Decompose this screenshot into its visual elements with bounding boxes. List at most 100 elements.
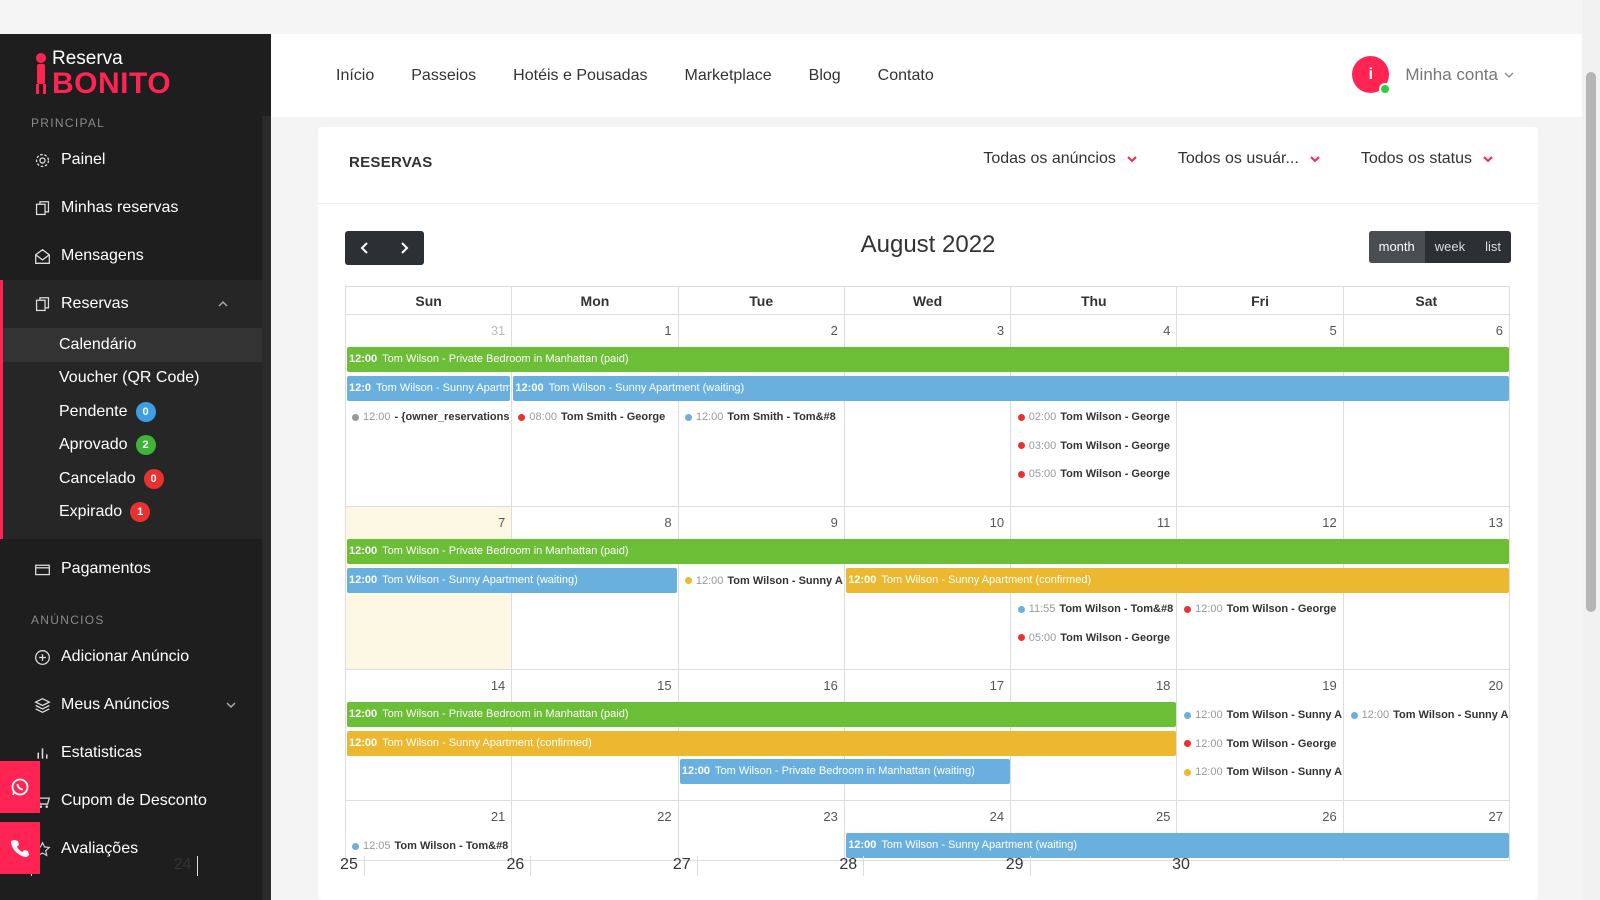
day-number[interactable]: 3 [997, 323, 1004, 338]
sidebar-item-painel[interactable]: Painel [0, 136, 271, 184]
day-number[interactable]: 28 [696, 856, 863, 876]
phone-button[interactable] [0, 822, 40, 874]
day-number[interactable]: 16 [823, 678, 837, 693]
event-bar[interactable]: 12:00 Tom Wilson - Sunny Apartment (waiti… [513, 375, 1509, 401]
event-item[interactable]: 12:00 Tom Wilson - George [1178, 598, 1342, 620]
event-bar[interactable]: 12:0 Tom Wilson - Sunny Apartment (waitin… [347, 375, 511, 401]
brand-logo[interactable]: Reserva BONITO [0, 34, 271, 116]
event-bar[interactable]: 12:00 Tom Wilson - Private Bedroom in Man… [347, 539, 1509, 564]
view-month-button[interactable]: month [1368, 231, 1425, 263]
event-bar[interactable]: 12:00 Tom Wilson - Sunny Apartment (confi… [846, 567, 1509, 593]
event-item[interactable]: 12:00 Tom Wilson - George [1178, 733, 1342, 755]
event-item[interactable]: 12:00 Tom Smith - Tom&#8 [679, 406, 843, 428]
day-cell[interactable]: 20 [1342, 670, 1509, 800]
day-number[interactable]: 17 [990, 678, 1004, 693]
submenu-item-2[interactable]: Pendente 0 [3, 395, 263, 429]
submenu-item-5[interactable]: Expirado 1 [3, 496, 263, 530]
day-number[interactable]: 7 [498, 515, 505, 530]
nav-passeios[interactable]: Passeios [411, 67, 476, 85]
day-number[interactable]: 1 [664, 323, 671, 338]
day-number[interactable]: 12 [1322, 515, 1336, 530]
filter-usuarios[interactable]: Todos os usuár... [1178, 150, 1321, 168]
day-number[interactable]: 18 [1156, 678, 1170, 693]
event-item[interactable]: 12:05 Tom Wilson - Tom&#8 [346, 835, 510, 857]
page-scrollbar[interactable] [1582, 0, 1600, 900]
sidebar-item-adicionar-anuncio[interactable]: Adicionar Anúncio [0, 633, 271, 681]
day-cell[interactable]: 5 [1176, 315, 1342, 506]
day-number[interactable]: 23 [823, 809, 837, 824]
whatsapp-button[interactable] [0, 761, 40, 813]
day-number[interactable]: 13 [1489, 515, 1503, 530]
sidebar-item-cupom[interactable]: Cupom de Desconto [0, 777, 271, 825]
day-number[interactable]: 15 [657, 678, 671, 693]
day-number[interactable]: 26 [363, 856, 530, 876]
nav-inicio[interactable]: Início [336, 67, 374, 85]
event-item[interactable]: 03:00 Tom Wilson - George [1012, 435, 1176, 457]
event-bar[interactable]: 12:00 Tom Wilson - Sunny Apartment (waiti… [846, 833, 1509, 858]
day-number[interactable]: 27 [1489, 809, 1503, 824]
event-item[interactable]: 12:00- {owner_reservations} [346, 406, 510, 428]
sidebar-item-estatisticas[interactable]: Estatisticas [0, 729, 271, 777]
day-number[interactable]: 4 [1163, 323, 1170, 338]
event-bar[interactable]: 12:00 Tom Wilson - Private Bedroom in Man… [347, 347, 1509, 372]
day-number[interactable]: 19 [1322, 678, 1336, 693]
nav-hoteis[interactable]: Hotéis e Pousadas [513, 67, 647, 85]
day-number[interactable]: 24 [31, 856, 197, 876]
event-item[interactable]: 02:00 Tom Wilson - George [1012, 406, 1176, 428]
day-number[interactable]: 25 [1156, 809, 1170, 824]
day-cell[interactable]: 22 [511, 801, 677, 860]
day-number[interactable]: 21 [491, 809, 505, 824]
event-item[interactable]: 12:00 Tom Wilson - Sunny A [1178, 761, 1342, 783]
day-number[interactable]: 26 [1322, 809, 1336, 824]
day-cell[interactable]: 6 [1342, 315, 1509, 506]
day-number[interactable]: 11 [1157, 515, 1171, 530]
event-bar[interactable]: 12:00 Tom Wilson - Sunny Apartment (confi… [347, 730, 1177, 756]
day-number[interactable]: 30 [1029, 856, 1196, 876]
event-item[interactable]: 12:00 Tom Wilson - Sunny A [1345, 704, 1509, 726]
event-item[interactable]: 11:55 Tom Wilson - Tom&#8 [1012, 598, 1176, 620]
view-list-button[interactable]: list [1475, 231, 1511, 263]
filter-status[interactable]: Todos os status [1361, 150, 1494, 168]
day-number[interactable]: 20 [1489, 678, 1503, 693]
nav-contato[interactable]: Contato [878, 67, 934, 85]
event-item[interactable]: 05:00 Tom Wilson - George [1012, 627, 1176, 649]
day-number[interactable]: 6 [1496, 323, 1503, 338]
avatar[interactable]: i [1352, 56, 1392, 95]
nav-marketplace[interactable]: Marketplace [684, 67, 771, 85]
day-number[interactable]: 9 [831, 515, 838, 530]
day-number[interactable]: 25 [197, 856, 363, 876]
sidebar-item-reservas[interactable]: Reservas [3, 280, 263, 328]
submenu-item-1[interactable]: Voucher (QR Code) [3, 362, 263, 396]
view-week-button[interactable]: week [1425, 231, 1475, 263]
submenu-item-4[interactable]: Cancelado 0 [3, 462, 263, 496]
event-item[interactable]: 12:00 Tom Wilson - Sunny A [679, 570, 843, 592]
sidebar-item-meus-anuncios[interactable]: Meus Anúncios [0, 681, 271, 729]
day-number[interactable]: 29 [863, 856, 1029, 876]
event-item[interactable]: 12:00 Tom Wilson - Sunny A [1178, 704, 1342, 726]
event-item[interactable]: 08:00 Tom Smith - George [512, 406, 676, 428]
day-number[interactable]: 31 [491, 323, 505, 338]
day-cell[interactable]: 23 [677, 801, 844, 860]
sidebar-scrollbar[interactable] [262, 116, 271, 900]
event-bar[interactable]: 12:00 Tom Wilson - Sunny Apartment (waiti… [347, 567, 677, 593]
sidebar-item-mensagens[interactable]: Mensagens [0, 232, 271, 280]
event-bar[interactable]: 12:00 Tom Wilson - Private Bedroom in Man… [679, 759, 1010, 784]
submenu-item-3[interactable]: Aprovado 2 [3, 429, 263, 463]
filter-anuncios[interactable]: Todas os anúncios [983, 150, 1138, 168]
day-number[interactable]: 27 [530, 856, 696, 876]
account-menu[interactable]: i Minha conta [1352, 56, 1514, 95]
day-number[interactable]: 8 [664, 515, 671, 530]
submenu-item-0[interactable]: Calendário [3, 328, 263, 362]
event-item[interactable]: 05:00 Tom Wilson - George [1012, 463, 1176, 485]
scrollbar-thumb[interactable] [1586, 72, 1596, 612]
day-number[interactable]: 2 [831, 323, 838, 338]
nav-blog[interactable]: Blog [809, 67, 841, 85]
day-number[interactable]: 14 [491, 678, 505, 693]
day-number[interactable]: 5 [1329, 323, 1336, 338]
sidebar-item-minhas-reservas[interactable]: Minhas reservas [0, 184, 271, 232]
day-number[interactable]: 24 [990, 809, 1004, 824]
event-bar[interactable]: 12:00 Tom Wilson - Private Bedroom in Man… [347, 702, 1177, 727]
day-number[interactable]: 10 [990, 515, 1004, 530]
day-number[interactable]: 22 [657, 809, 671, 824]
day-cell[interactable]: 3 [843, 315, 1010, 506]
